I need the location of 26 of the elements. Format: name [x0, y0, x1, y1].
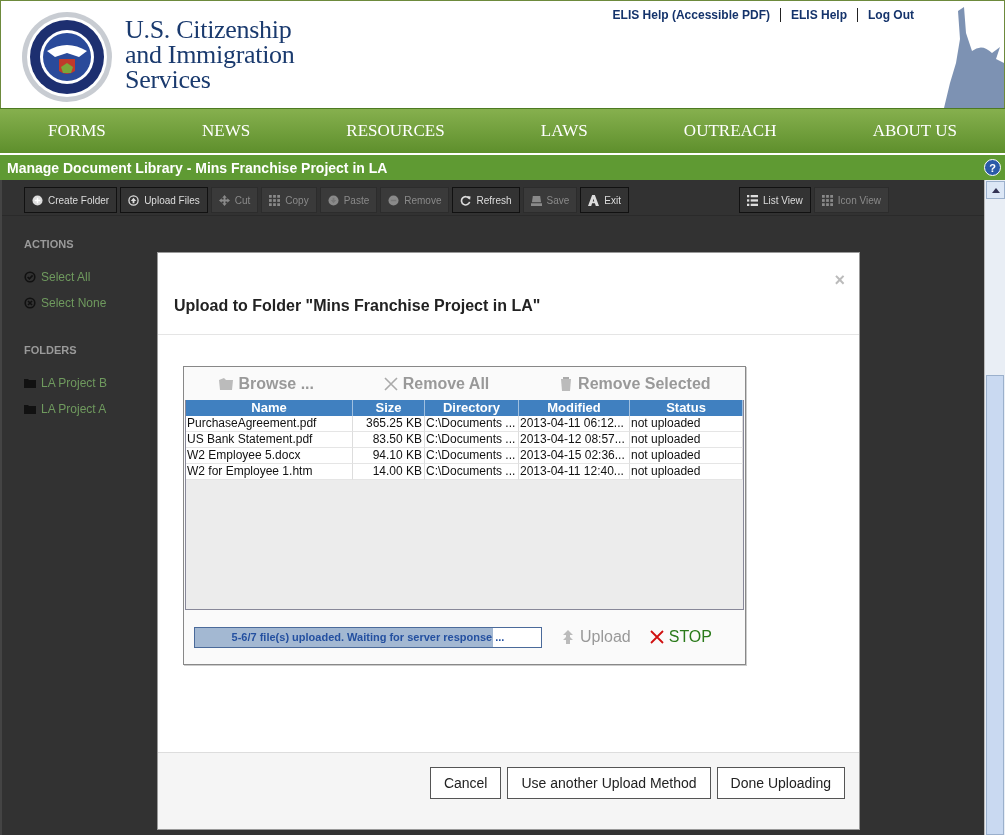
table-cell: 2013-04-12 08:57... — [519, 432, 630, 448]
table-cell: not uploaded — [630, 448, 743, 464]
table-cell: 2013-04-15 02:36... — [519, 448, 630, 464]
table-cell: C:\Documents ... — [425, 416, 519, 432]
table-cell: 83.50 KB — [353, 432, 425, 448]
progress-text: 5-6/7 file(s) uploaded. Waiting for server response ... — [230, 629, 506, 645]
table-cell: 14.00 KB — [353, 464, 425, 480]
table-cell: 365.25 KB — [353, 416, 425, 432]
page-title: Manage Document Library - Mins Franchise Project in LA — [7, 159, 388, 176]
table-cell: PurchaseAgreement.pdf — [186, 416, 353, 432]
section-heading: FOLDERS — [24, 344, 78, 356]
table-cell: W2 Employee 5.docx — [186, 448, 353, 464]
table-cell: C:\Documents ... — [425, 464, 519, 480]
agency-name: U.S. Citizenship and Immigration Services — [125, 17, 295, 96]
table-cell: 2013-04-11 12:40... — [519, 464, 630, 480]
table-cell: not uploaded — [630, 416, 743, 432]
table-cell: C:\Documents ... — [425, 448, 519, 464]
table-cell: not uploaded — [630, 464, 743, 480]
table-cell: not uploaded — [630, 432, 743, 448]
dialog-title: Upload to Folder "Mins Franchise Project in LA" — [174, 297, 541, 315]
table-cell: US Bank Statement.pdf — [186, 432, 353, 448]
table-cell: C:\Documents ... — [425, 432, 519, 448]
table-cell: 94.10 KB — [353, 448, 425, 464]
section-heading: ACTIONS — [24, 238, 75, 250]
table-cell: W2 for Employee 1.htm — [186, 464, 353, 480]
table-cell: 2013-04-11 06:12... — [519, 416, 630, 432]
